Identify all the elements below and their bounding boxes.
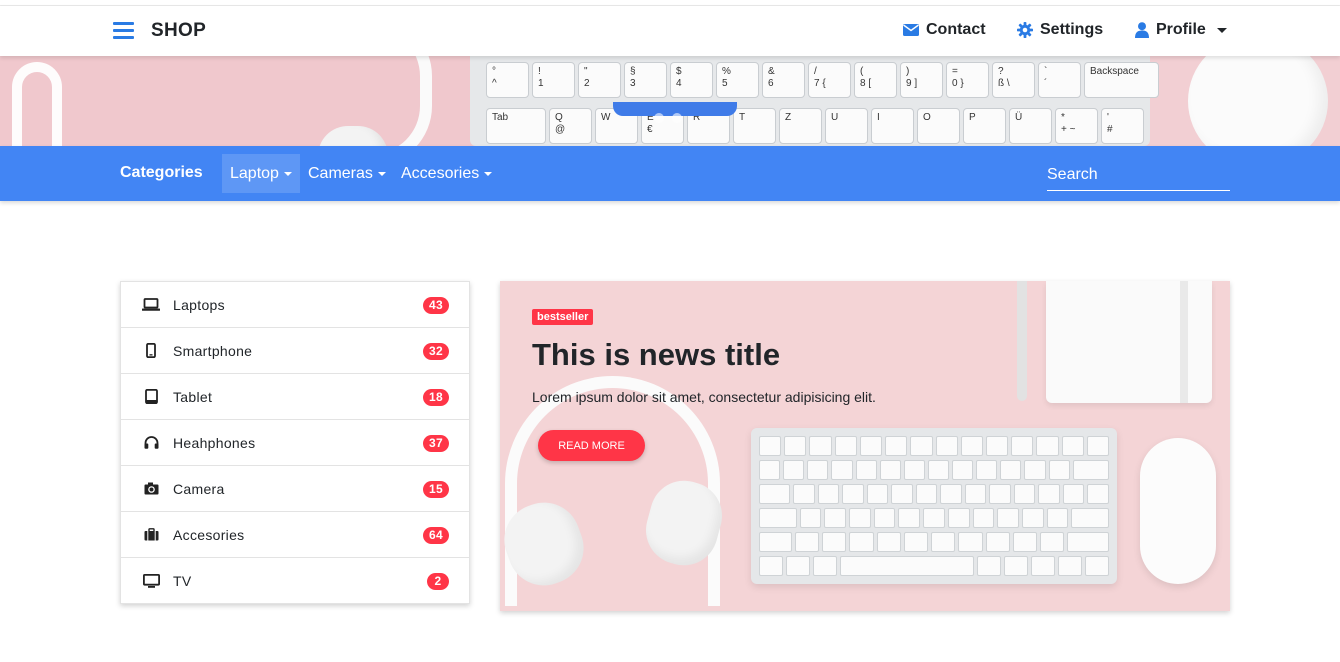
list-item-label: Laptops (173, 296, 225, 313)
list-item-laptops[interactable]: Laptops 43 (121, 282, 469, 328)
chevron-down-icon (283, 171, 292, 176)
category-label: Accesories (401, 164, 480, 182)
category-accesories-dropdown[interactable]: Accesories (393, 154, 500, 193)
hamburger-menu-icon[interactable] (113, 22, 134, 39)
keyboard-key: I (871, 108, 914, 144)
chevron-down-icon (377, 171, 386, 176)
news-text: Lorem ipsum dolor sit amet, consectetur … (532, 389, 876, 405)
list-item-label: Accesories (173, 526, 245, 543)
keyboard-key: % 5 (716, 62, 759, 98)
search-input[interactable] (1047, 160, 1230, 191)
carousel-dot[interactable] (654, 113, 664, 123)
headphones-band (12, 62, 62, 146)
carousel-dot[interactable] (672, 113, 682, 123)
count-badge: 64 (423, 527, 449, 544)
keyboard-key: ` ´ (1038, 62, 1081, 98)
list-item-label: TV (173, 573, 192, 589)
briefcase-icon (144, 528, 158, 541)
keyboard-key: ? ß \ (992, 62, 1035, 98)
headphones-icon (144, 436, 158, 449)
keyboard-key: Backspace (1084, 62, 1159, 98)
read-more-button[interactable]: READ MORE (538, 430, 645, 461)
gear-icon (1017, 22, 1033, 38)
smartphone-icon (146, 343, 156, 358)
keyboard-key: Z (779, 108, 822, 144)
keyboard-key: P (963, 108, 1006, 144)
bestseller-badge: bestseller (532, 309, 594, 325)
keyboard-key: Q @ (549, 108, 592, 144)
tv-icon (142, 574, 160, 588)
count-badge: 2 (427, 573, 449, 590)
notebook-image (1046, 281, 1212, 403)
mouse-image (1188, 56, 1328, 146)
category-list: Laptops 43 Smartphone 32 Tablet 18 Heahp… (120, 281, 470, 604)
list-item-accesories[interactable]: Accesories 64 (121, 512, 469, 558)
category-cameras-dropdown[interactable]: Cameras (300, 154, 394, 193)
keyboard-row: ° ^! 1 " 2 § 3 $ 4% 5 & 6/ 7 {( 8 [) 9 ] = 0 … (480, 62, 1159, 102)
category-label: Laptop (230, 164, 279, 182)
keyboard-key: ° ^ (486, 62, 529, 98)
list-item-tv[interactable]: TV 2 (121, 558, 469, 604)
carousel-dots (650, 110, 686, 128)
keyboard-key: * + ~ (1055, 108, 1098, 144)
brand-logo[interactable]: SHOP (151, 20, 206, 42)
category-laptop-dropdown[interactable]: Laptop (222, 154, 300, 193)
count-badge: 15 (423, 481, 449, 498)
list-item-label: Camera (173, 480, 225, 497)
count-badge: 37 (423, 435, 449, 452)
keyboard-key: ( 8 [ (854, 62, 897, 98)
keyboard-key: T (733, 108, 776, 144)
categories-title[interactable]: Categories (120, 164, 203, 182)
count-badge: 18 (423, 389, 449, 406)
settings-link[interactable]: Settings (1017, 21, 1103, 39)
keyboard-key: = 0 } (946, 62, 989, 98)
pen-image (1017, 281, 1027, 401)
list-item-label: Heahphones (173, 434, 256, 451)
keyboard-image: ° ^! 1 " 2 § 3 $ 4% 5 & 6/ 7 {( 8 [) 9 ] = 0 … (470, 56, 1159, 146)
news-title: This is news title (532, 337, 781, 372)
top-navbar: SHOP Contact Settings Profile (0, 6, 1340, 56)
list-item-camera[interactable]: Camera 15 (121, 466, 469, 512)
keyboard-image (751, 428, 1117, 584)
keyboard-key: / 7 { (808, 62, 851, 98)
chevron-down-icon (1216, 27, 1227, 33)
keyboard-key: O (917, 108, 960, 144)
envelope-icon (903, 24, 919, 36)
category-navbar: Categories Laptop Cameras Accesories (0, 146, 1340, 201)
keyboard-key: U (825, 108, 868, 144)
contact-link[interactable]: Contact (903, 21, 986, 39)
hero-image: ° ^! 1 " 2 § 3 $ 4% 5 & 6/ 7 {( 8 [) 9 ] = 0 … (0, 56, 1340, 146)
keyboard-key: " 2 (578, 62, 621, 98)
keyboard-key: ' # (1101, 108, 1144, 144)
profile-label: Profile (1156, 21, 1206, 38)
settings-label: Settings (1040, 21, 1104, 38)
category-label: Cameras (308, 164, 373, 182)
user-icon (1135, 22, 1149, 38)
laptop-icon (142, 298, 160, 311)
news-card: bestseller This is news title Lorem ipsu… (500, 281, 1230, 611)
keyboard-key: § 3 (624, 62, 667, 98)
keyboard-key: Tab (486, 108, 546, 144)
keyboard-key: ) 9 ] (900, 62, 943, 98)
keyboard-key: Ü (1009, 108, 1052, 144)
count-badge: 32 (423, 343, 449, 360)
keyboard-key: & 6 (762, 62, 805, 98)
keyboard-key: $ 4 (670, 62, 713, 98)
contact-label: Contact (926, 21, 986, 38)
mouse-image (1140, 438, 1216, 584)
count-badge: 43 (423, 297, 449, 314)
list-item-smartphone[interactable]: Smartphone 32 (121, 328, 469, 374)
chevron-down-icon (484, 171, 493, 176)
camera-icon (144, 482, 158, 495)
list-item-label: Smartphone (173, 342, 253, 359)
profile-dropdown[interactable]: Profile (1135, 21, 1227, 39)
keyboard-key: ! 1 (532, 62, 575, 98)
keyboard-row: Tab Q @ W E € R T Z U I O P Ü * + ~ ' # (480, 102, 1144, 144)
tablet-icon (144, 389, 158, 404)
list-item-tablet[interactable]: Tablet 18 (121, 374, 469, 420)
list-item-headphones[interactable]: Heahphones 37 (121, 420, 469, 466)
list-item-label: Tablet (173, 388, 213, 405)
